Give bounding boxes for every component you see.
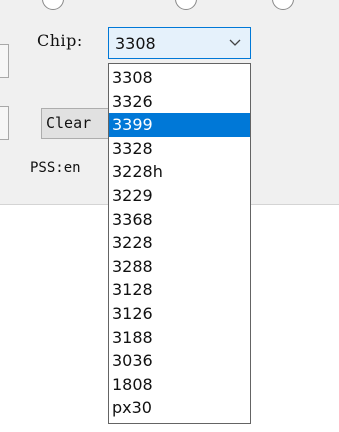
chevron-down-icon[interactable]	[228, 35, 242, 49]
dropdown-option-3188[interactable]: 3188	[109, 326, 250, 350]
radio-button[interactable]	[175, 0, 197, 10]
dropdown-option-3229[interactable]: 3229	[109, 184, 250, 208]
chip-select-value: 3308	[115, 34, 156, 53]
dropdown-option-3328[interactable]: 3328	[109, 137, 250, 161]
pss-label: PSS:en	[30, 160, 81, 176]
chip-dropdown-list[interactable]: 3308 3326 3399 3328 3228h 3229 3368 3228 3288 312…	[108, 63, 251, 424]
chip-select[interactable]: 3308	[108, 27, 251, 59]
side-control[interactable]	[0, 106, 9, 140]
radio-button[interactable]	[272, 0, 294, 10]
dropdown-option-3326[interactable]: 3326	[109, 90, 250, 114]
radio-button[interactable]	[42, 0, 64, 10]
dropdown-option-3399[interactable]: 3399	[109, 113, 250, 137]
side-control[interactable]	[0, 44, 9, 78]
dropdown-option-3308[interactable]: 3308	[109, 66, 250, 90]
dropdown-option-3036[interactable]: 3036	[109, 349, 250, 373]
dropdown-option-px30[interactable]: px30	[109, 396, 250, 420]
dropdown-option-3126[interactable]: 3126	[109, 302, 250, 326]
app-window: Chip: 3308 Clear PSS:en 3308 3326 3399 3328…	[0, 0, 339, 432]
dropdown-option-1808[interactable]: 1808	[109, 373, 250, 397]
dropdown-option-3288[interactable]: 3288	[109, 255, 250, 279]
dropdown-option-3228[interactable]: 3228	[109, 231, 250, 255]
chip-label: Chip:	[37, 31, 83, 50]
dropdown-option-3228h[interactable]: 3228h	[109, 160, 250, 184]
dropdown-option-3368[interactable]: 3368	[109, 208, 250, 232]
dropdown-option-3128[interactable]: 3128	[109, 278, 250, 302]
